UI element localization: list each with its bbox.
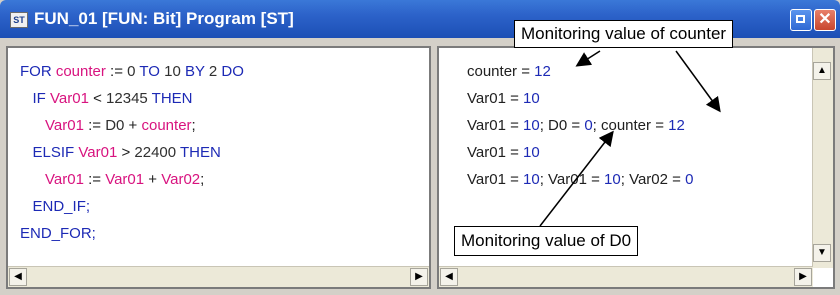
code-line[interactable]: END_FOR; [20,220,244,247]
monitor-label: counter = [467,63,535,80]
code-line[interactable]: FOR counter := 0 TO 10 BY 2 DO [20,58,244,85]
program-code[interactable]: FOR counter := 0 TO 10 BY 2 DO IF Var01 … [20,58,244,247]
scroll-left-icon[interactable]: ◀ [9,268,27,286]
code-token: 2 [208,63,218,80]
monitor-label: ; counter = [592,117,669,134]
code-token: + [124,117,142,134]
monitor-label: ; Var01 = [539,171,605,188]
vertical-scrollbar[interactable]: ▲ ▼ [812,48,833,268]
monitor-value: 10 [604,171,621,188]
code-token: Var01 [105,171,145,188]
code-line[interactable]: ELSIF Var01 > 22400 THEN [20,139,244,166]
code-token: < [88,90,107,107]
monitor-value: 10 [523,117,540,134]
monitor-value: 12 [534,63,551,80]
st-app-icon: ST [10,12,28,28]
monitor-value: 10 [523,144,540,161]
program-editor-pane[interactable]: FOR counter := 0 TO 10 BY 2 DO IF Var01 … [6,46,431,289]
code-token: counter [55,63,106,80]
window-title: FUN_01 [FUN: Bit] Program [ST] [34,9,294,28]
monitor-line: counter = 12 [467,58,693,85]
horizontal-scrollbar[interactable]: ◀ ▶ [439,266,813,287]
code-token: Var01 [45,117,84,134]
code-token: D0 [105,117,125,134]
monitor-label: Var01 = [467,117,524,134]
callout-d0: Monitoring value of D0 [454,226,639,256]
code-line[interactable]: END_IF; [20,193,244,220]
code-token: TO [135,63,165,80]
monitor-value: 0 [584,117,593,134]
monitor-label: Var01 = [467,171,524,188]
monitor-label: ; D0 = [539,117,585,134]
code-line[interactable]: Var01 := Var01 + Var02; [20,166,244,193]
code-token: 10 [164,63,181,80]
code-token: ; [191,117,196,134]
code-token: 12345 [106,90,148,107]
code-token: BY [180,63,209,80]
code-token: 0 [127,63,136,80]
code-token: END_IF; [32,198,91,215]
scroll-down-icon[interactable]: ▼ [813,244,831,262]
code-line[interactable]: IF Var01 < 12345 THEN [20,85,244,112]
code-token: > [117,144,135,161]
code-token: := [83,117,106,134]
close-icon: ✕ [818,11,832,28]
horizontal-scrollbar[interactable]: ◀ ▶ [8,266,429,287]
monitor-label: ; Var02 = [620,171,686,188]
code-token: FOR [20,63,56,80]
code-token: END_FOR; [20,225,96,242]
monitor-value: 0 [685,171,694,188]
code-token: Var02 [161,171,201,188]
monitor-line: Var01 = 10 [467,139,693,166]
code-token: ; [200,171,205,188]
code-token: DO [217,63,244,80]
monitor-line: Var01 = 10 [467,85,693,112]
monitor-values: counter = 12 Var01 = 10 Var01 = 10; D0 = 0… [467,58,693,193]
monitor-label: Var01 = [467,144,524,161]
close-button[interactable]: ✕ [814,9,836,31]
monitor-label: Var01 = [467,90,524,107]
scroll-left-icon[interactable]: ◀ [440,268,458,286]
code-token: ELSIF [32,144,79,161]
code-token: IF [32,90,51,107]
code-token: Var01 [78,144,118,161]
code-token: THEN [147,90,193,107]
monitor-line: Var01 = 10; Var01 = 10; Var02 = 0 [467,166,693,193]
code-line[interactable]: Var01 := D0 + counter; [20,112,244,139]
scroll-up-icon[interactable]: ▲ [813,62,831,80]
scroll-right-icon[interactable]: ▶ [410,268,428,286]
monitor-value: 10 [523,171,540,188]
callout-counter: Monitoring value of counter [514,20,734,48]
monitor-value: 12 [668,117,685,134]
scroll-right-icon[interactable]: ▶ [794,268,812,286]
code-token: Var01 [50,90,89,107]
code-token: 22400 [134,144,177,161]
monitor-value: 10 [523,90,540,107]
code-token: + [144,171,162,188]
code-token: := [105,63,128,80]
code-token: counter [141,117,192,134]
restore-icon[interactable] [790,9,812,31]
code-token: Var01 [45,171,84,188]
code-token: := [83,171,106,188]
code-token: THEN [176,144,221,161]
monitor-line: Var01 = 10; D0 = 0; counter = 12 [467,112,693,139]
